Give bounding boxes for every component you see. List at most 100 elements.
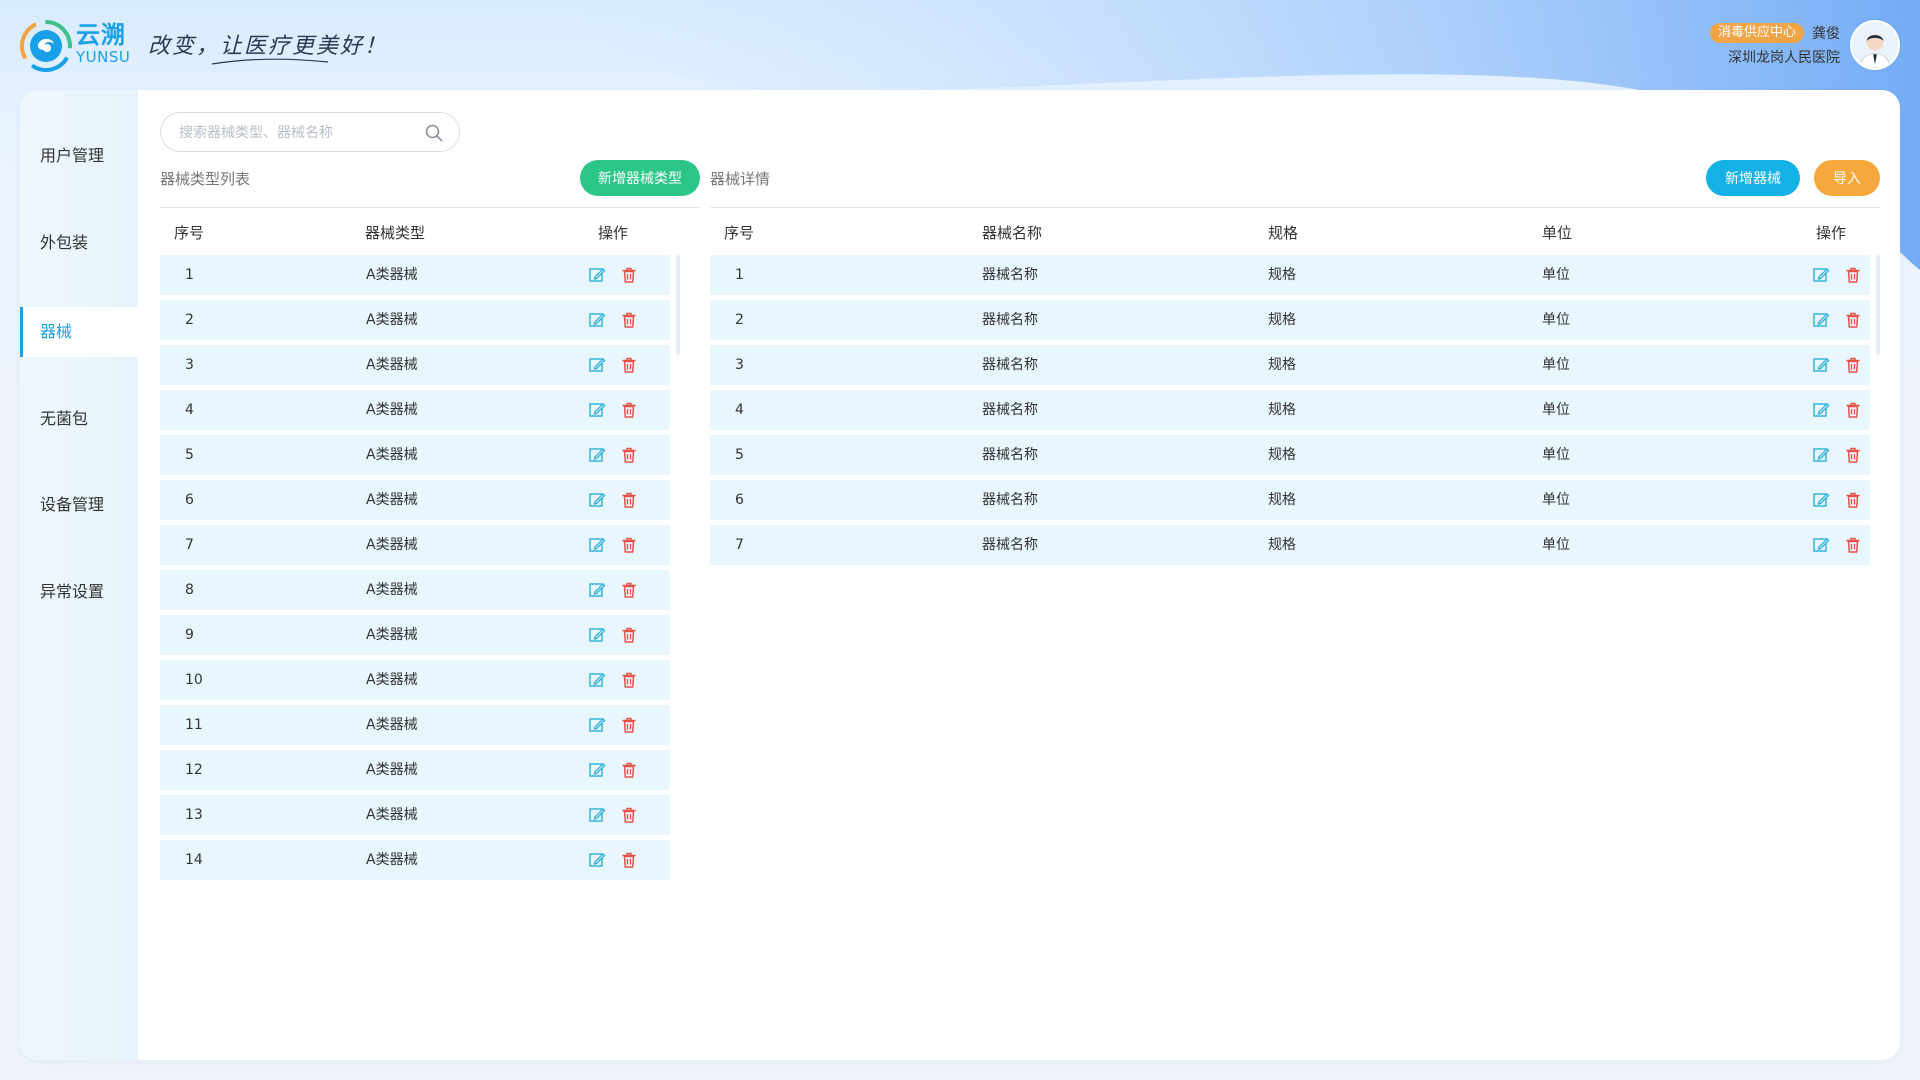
delete-icon[interactable]	[620, 626, 638, 644]
import-button[interactable]: 导入	[1814, 160, 1880, 196]
edit-icon[interactable]	[588, 266, 606, 284]
table-row[interactable]: 9 A类器械	[160, 615, 670, 655]
row-number: 2	[735, 312, 744, 328]
delete-icon[interactable]	[1844, 266, 1862, 284]
delete-icon[interactable]	[620, 491, 638, 509]
row-number: 11	[185, 717, 203, 733]
edit-icon[interactable]	[588, 581, 606, 599]
delete-icon[interactable]	[620, 716, 638, 734]
sidebar-item[interactable]: 异常设置	[20, 567, 138, 617]
delete-icon[interactable]	[1844, 311, 1862, 329]
edit-icon[interactable]	[588, 851, 606, 869]
yunsu-logo-icon	[20, 20, 72, 72]
edit-icon[interactable]	[588, 401, 606, 419]
table-row[interactable]: 4 器械名称 规格 单位	[710, 390, 1870, 430]
row-unit: 单位	[1542, 537, 1570, 553]
sidebar-item[interactable]: 用户管理	[20, 131, 138, 181]
row-number: 6	[185, 492, 194, 508]
delete-icon[interactable]	[620, 536, 638, 554]
table-row[interactable]: 12 A类器械	[160, 750, 670, 790]
edit-icon[interactable]	[588, 761, 606, 779]
table-row[interactable]: 2 器械名称 规格 单位	[710, 300, 1870, 340]
table-row[interactable]: 7 A类器械	[160, 525, 670, 565]
row-type: A类器械	[366, 807, 418, 823]
edit-icon[interactable]	[1812, 536, 1830, 554]
user-area[interactable]: 消毒供应中心 龚俊 深圳龙岗人民医院	[1709, 18, 1900, 72]
row-type: A类器械	[366, 267, 418, 283]
delete-icon[interactable]	[1844, 356, 1862, 374]
row-type: A类器械	[366, 582, 418, 598]
delete-icon[interactable]	[620, 356, 638, 374]
edit-icon[interactable]	[588, 671, 606, 689]
edit-icon[interactable]	[1812, 311, 1830, 329]
table-row[interactable]: 5 器械名称 规格 单位	[710, 435, 1870, 475]
row-number: 10	[185, 672, 203, 688]
row-number: 6	[735, 492, 744, 508]
detail-scrollbar[interactable]	[1876, 255, 1880, 355]
sidebar-item[interactable]: 器械	[20, 307, 138, 357]
table-row[interactable]: 1 器械名称 规格 单位	[710, 255, 1870, 295]
sidebar-item[interactable]: 无菌包	[20, 394, 138, 444]
type-col-action: 操作	[598, 224, 629, 242]
delete-icon[interactable]	[620, 311, 638, 329]
edit-icon[interactable]	[588, 536, 606, 554]
row-unit: 单位	[1542, 357, 1570, 373]
delete-icon[interactable]	[1844, 536, 1862, 554]
delete-icon[interactable]	[620, 761, 638, 779]
edit-icon[interactable]	[1812, 446, 1830, 464]
delete-icon[interactable]	[1844, 446, 1862, 464]
table-row[interactable]: 11 A类器械	[160, 705, 670, 745]
table-row[interactable]: 6 A类器械	[160, 480, 670, 520]
table-row[interactable]: 6 器械名称 规格 单位	[710, 480, 1870, 520]
row-number: 8	[185, 582, 194, 598]
table-row[interactable]: 2 A类器械	[160, 300, 670, 340]
delete-icon[interactable]	[620, 266, 638, 284]
row-name: 器械名称	[982, 537, 1038, 553]
table-row[interactable]: 14 A类器械	[160, 840, 670, 880]
table-row[interactable]: 8 A类器械	[160, 570, 670, 610]
edit-icon[interactable]	[588, 311, 606, 329]
avatar[interactable]	[1850, 20, 1900, 70]
table-row[interactable]: 7 器械名称 规格 单位	[710, 525, 1870, 565]
search-icon[interactable]	[425, 124, 443, 142]
edit-icon[interactable]	[1812, 356, 1830, 374]
delete-icon[interactable]	[620, 446, 638, 464]
delete-icon[interactable]	[620, 401, 638, 419]
table-row[interactable]: 4 A类器械	[160, 390, 670, 430]
edit-icon[interactable]	[588, 806, 606, 824]
row-name: 器械名称	[982, 357, 1038, 373]
sidebar-item[interactable]: 外包装	[20, 218, 138, 268]
row-unit: 单位	[1542, 447, 1570, 463]
edit-icon[interactable]	[588, 446, 606, 464]
add-instrument-button[interactable]: 新增器械	[1706, 160, 1800, 196]
edit-icon[interactable]	[588, 491, 606, 509]
type-list-scrollbar[interactable]	[676, 255, 680, 355]
edit-icon[interactable]	[1812, 491, 1830, 509]
edit-icon[interactable]	[1812, 401, 1830, 419]
row-number: 4	[185, 402, 194, 418]
edit-icon[interactable]	[588, 716, 606, 734]
table-row[interactable]: 3 器械名称 规格 单位	[710, 345, 1870, 385]
edit-icon[interactable]	[588, 626, 606, 644]
table-row[interactable]: 3 A类器械	[160, 345, 670, 385]
add-type-button[interactable]: 新增器械类型	[580, 160, 700, 196]
row-number: 9	[185, 627, 194, 643]
row-number: 5	[185, 447, 194, 463]
edit-icon[interactable]	[1812, 266, 1830, 284]
brand-chinese: 云溯	[76, 21, 126, 49]
delete-icon[interactable]	[620, 581, 638, 599]
delete-icon[interactable]	[620, 851, 638, 869]
sidebar-item[interactable]: 设备管理	[20, 480, 138, 530]
delete-icon[interactable]	[620, 671, 638, 689]
delete-icon[interactable]	[1844, 401, 1862, 419]
delete-icon[interactable]	[620, 806, 638, 824]
table-row[interactable]: 13 A类器械	[160, 795, 670, 835]
table-row[interactable]: 10 A类器械	[160, 660, 670, 700]
row-number: 1	[735, 267, 744, 283]
table-row[interactable]: 1 A类器械	[160, 255, 670, 295]
brand: 云溯 YUNSU	[76, 22, 130, 66]
delete-icon[interactable]	[1844, 491, 1862, 509]
search-input[interactable]	[179, 122, 419, 144]
edit-icon[interactable]	[588, 356, 606, 374]
table-row[interactable]: 5 A类器械	[160, 435, 670, 475]
